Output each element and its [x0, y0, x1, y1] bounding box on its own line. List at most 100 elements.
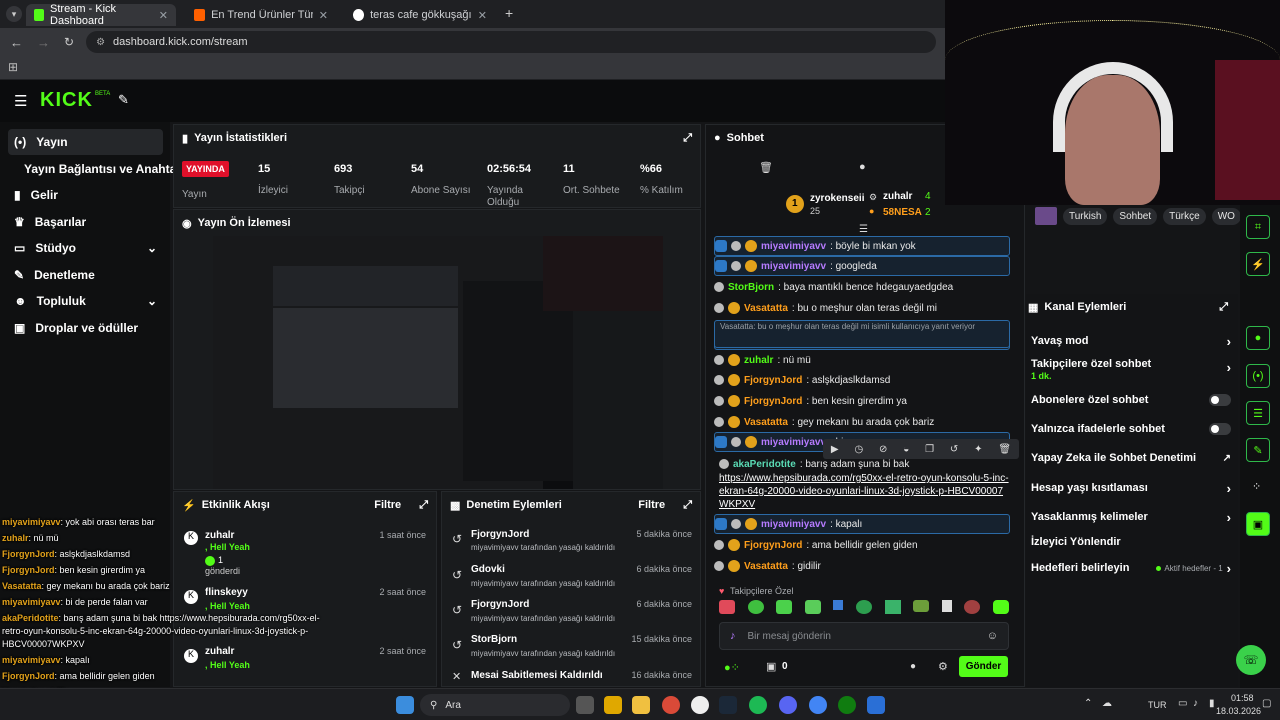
- pin-icon[interactable]: ✦: [974, 444, 982, 455]
- chat-username[interactable]: miyavimiyavv: [761, 241, 826, 252]
- wrench-icon[interactable]: ✎: [1246, 438, 1270, 462]
- emoji-icon[interactable]: ☺: [987, 630, 998, 642]
- support-icon[interactable]: ☏: [1236, 645, 1266, 675]
- tab-kick-dashboard[interactable]: Stream - Kick Dashboard ✕: [26, 3, 176, 27]
- action-account-age[interactable]: Hesap yaşı kısıtlaması ›: [1031, 480, 1231, 496]
- forward-icon[interactable]: →: [37, 35, 50, 50]
- close-icon[interactable]: ✕: [478, 9, 487, 22]
- url-field[interactable]: ⚙ dashboard.kick.com/stream: [86, 31, 937, 53]
- chat-username[interactable]: miyavimiyavv: [761, 261, 826, 272]
- action-banned-words[interactable]: Yasaklanmış kelimeler ›: [1031, 509, 1231, 525]
- spotify-icon[interactable]: [749, 696, 767, 714]
- clock-time[interactable]: 01:58: [1231, 693, 1254, 703]
- close-icon[interactable]: ✕: [319, 9, 328, 22]
- delete-icon[interactable]: 🗑: [998, 444, 1011, 455]
- steam-icon[interactable]: [719, 696, 737, 714]
- back-icon[interactable]: ←: [10, 35, 23, 50]
- filter-button[interactable]: Filtre: [638, 499, 665, 511]
- stream-preview-video[interactable]: [213, 236, 663, 489]
- chat-username[interactable]: FjorgynJord: [744, 540, 802, 551]
- action-subs-only[interactable]: Abonelere özel sohbet: [1031, 392, 1231, 408]
- points-icon[interactable]: ●⁘: [724, 661, 740, 674]
- chat-username[interactable]: zuhalr: [744, 355, 773, 366]
- chrome-active-icon[interactable]: [809, 696, 827, 714]
- notification-icon[interactable]: ▢: [1262, 698, 1271, 709]
- chat-username[interactable]: FjorgynJord: [744, 375, 802, 386]
- tray-chevron-icon[interactable]: ⌃: [1084, 698, 1092, 709]
- action-followers-only[interactable]: Takipçilere özel sohbet 1 dk. ›: [1031, 358, 1231, 384]
- sidebar-item-studyo[interactable]: ▭ Stüdyo ⌄: [8, 235, 163, 261]
- xbox-icon[interactable]: [838, 696, 856, 714]
- sidebar-item-droplar[interactable]: ▣ Droplar ve ödüller: [8, 315, 163, 341]
- battery-icon[interactable]: ▮: [1209, 698, 1215, 709]
- chat-message[interactable]: Vasatatta: gidilir: [714, 556, 1010, 576]
- app-blue-icon[interactable]: [867, 696, 885, 714]
- tag-pill[interactable]: Turkish: [1063, 207, 1108, 225]
- chat-message[interactable]: FjorgynJord: ama bellidir gelen giden: [714, 535, 1010, 555]
- dots-icon[interactable]: ⁘: [1252, 480, 1261, 493]
- windows-start-icon[interactable]: [396, 696, 414, 714]
- tab-trend-products[interactable]: En Trend Ürünler Türkiye'nin Ön ✕: [186, 4, 336, 26]
- chat-message[interactable]: Vasatatta: bu o meşhur olan teras değil …: [714, 298, 1010, 318]
- site-info-icon[interactable]: ⚙: [96, 37, 105, 48]
- network-icon[interactable]: ▭: [1178, 698, 1187, 709]
- action-goals[interactable]: Hedefleri belirleyin Aktif hedefler - 1 ›: [1031, 560, 1231, 576]
- cloud-icon[interactable]: ☁: [1102, 698, 1112, 709]
- expand-icon[interactable]: ⤢: [683, 132, 692, 145]
- chat-message[interactable]: miyavimiyavv: googleda: [714, 256, 1010, 276]
- chrome-icon[interactable]: [662, 696, 680, 714]
- chat-message[interactable]: FjorgynJord: aslşkdjaslkdamsd: [714, 370, 1010, 390]
- new-tab-icon[interactable]: +: [505, 5, 513, 21]
- emote-icon[interactable]: [855, 600, 872, 614]
- emote-icon[interactable]: [964, 600, 981, 614]
- emote-icon[interactable]: [804, 600, 821, 614]
- taskview-icon[interactable]: [576, 696, 594, 714]
- crop-icon[interactable]: ⌗: [1246, 215, 1270, 239]
- timeout-icon[interactable]: ◷: [854, 444, 863, 455]
- toggle-switch[interactable]: [1209, 423, 1231, 435]
- play-icon[interactable]: ▶: [831, 444, 839, 455]
- trash-icon[interactable]: 🗑: [759, 161, 773, 174]
- clock-date[interactable]: 18.03.2026: [1216, 706, 1261, 716]
- language-indicator[interactable]: TUR: [1148, 700, 1167, 710]
- send-button[interactable]: Gönder: [959, 656, 1008, 677]
- list-icon[interactable]: ☰: [1246, 401, 1270, 425]
- bolt-icon[interactable]: ⚡: [1246, 252, 1270, 276]
- sidebar-item-denetleme[interactable]: ✎ Denetleme: [8, 262, 163, 288]
- tab-list-icon[interactable]: ▾: [6, 6, 22, 22]
- reload-icon[interactable]: ↻: [64, 35, 74, 49]
- close-icon[interactable]: ✕: [159, 9, 168, 22]
- chat-username[interactable]: akaPeridotite: [733, 459, 796, 470]
- folder-icon[interactable]: [632, 696, 650, 714]
- expand-icon[interactable]: ⤢: [1219, 301, 1228, 314]
- expand-icon[interactable]: ⤢: [683, 499, 692, 512]
- action-raid[interactable]: İzleyici Yönlendir: [1031, 534, 1231, 550]
- toggle-switch[interactable]: [1209, 394, 1231, 406]
- chat-message[interactable]: akaPeridotite : barış adam şuna bi bak: [719, 454, 1015, 474]
- chat-link[interactable]: https://www.hepsiburada.com/rg50xx-el-re…: [719, 472, 1009, 511]
- sidebar-item-basarilar[interactable]: ♛ Başarılar: [8, 209, 163, 235]
- chat-username[interactable]: Vasatatta: [744, 417, 788, 428]
- menu-icon[interactable]: ☰: [14, 92, 27, 110]
- copy-icon[interactable]: ❐: [925, 444, 934, 455]
- gear-icon[interactable]: ⚙: [938, 660, 948, 673]
- chat-username[interactable]: Vasatatta: [744, 561, 788, 572]
- chat-bubble-icon[interactable]: ●: [1246, 326, 1270, 350]
- emote-icon[interactable]: [833, 600, 844, 610]
- chat-bubble-icon[interactable]: ●: [910, 661, 916, 672]
- chat-username[interactable]: miyavimiyavv: [761, 437, 826, 448]
- action-ai-moderation[interactable]: Yapay Zeka ile Sohbet Denetimi ↗: [1031, 450, 1231, 466]
- tab-teras-search[interactable]: teras cafe gökkuşağı nü teras - ✕: [345, 4, 495, 26]
- chat-message[interactable]: FjorgynJord: ben kesin girerdim ya: [714, 391, 1010, 411]
- emote-icon[interactable]: [913, 600, 930, 612]
- tag-pill[interactable]: Sohbet: [1113, 207, 1158, 225]
- chat-username[interactable]: FjorgynJord: [744, 396, 802, 407]
- sidebar-item-gelir[interactable]: ▮ Gelir: [8, 182, 163, 208]
- chat-message[interactable]: miyavimiyavv: kapalı: [714, 514, 1010, 534]
- chat-bubble-icon[interactable]: ●: [859, 161, 866, 173]
- undo-icon[interactable]: ↺: [950, 444, 958, 455]
- sidebar-item-yayin[interactable]: (•) Yayın: [8, 129, 163, 155]
- gift-icon[interactable]: ▣: [766, 660, 776, 673]
- chat-message[interactable]: StorBjorn: baya mantıklı bence hdegauyae…: [714, 277, 1010, 297]
- volume-icon[interactable]: ♪: [1193, 698, 1198, 709]
